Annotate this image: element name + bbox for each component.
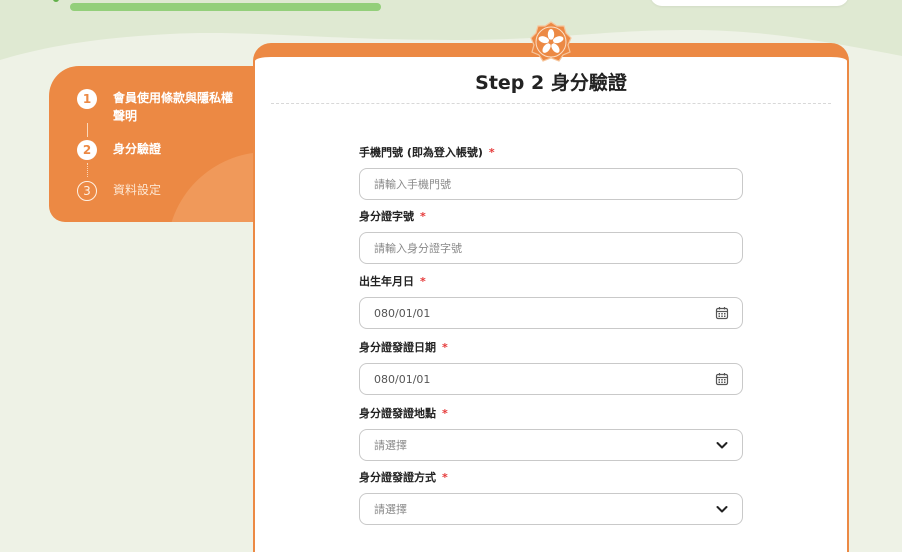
- title-divider: [271, 103, 831, 104]
- id-issue-date-value: 080/01/01: [374, 372, 431, 386]
- step-label-3: 資料設定: [113, 183, 162, 197]
- field-label: 身分證字號 *: [359, 210, 743, 224]
- field-label: 身分證發證方式 *: [359, 471, 743, 485]
- field-label-text: 身分證發證方式: [359, 471, 436, 484]
- required-mark: *: [442, 341, 448, 354]
- birthdate-input[interactable]: 080/01/01: [359, 297, 743, 329]
- id-issue-place-selected: 請選擇: [374, 439, 407, 452]
- id-issue-type-select[interactable]: 請選擇: [359, 493, 743, 525]
- required-mark: *: [442, 407, 448, 420]
- required-mark: *: [488, 146, 495, 159]
- id-issue-place-select[interactable]: 請選擇: [359, 429, 743, 461]
- field-label: 身分證發證日期 *: [359, 341, 743, 355]
- steps-panel: 1 會員使用條款與隱私權聲明 2 身分驗證 3 資料設定: [49, 66, 255, 222]
- field-label: 手機門號 (即為登入帳號) *: [359, 146, 743, 160]
- step-item-2: 2 身分驗證: [77, 140, 243, 160]
- step-item-3: 3 資料設定: [77, 181, 243, 201]
- id-number-input-placeholder: 請輸入身分證字號: [374, 242, 462, 255]
- step-connector-1: [87, 123, 88, 137]
- chevron-down-icon: [716, 506, 728, 513]
- field-label-text: 出生年月日: [359, 275, 414, 288]
- page-title: Step 2 身分驗證: [475, 72, 627, 94]
- field-label-text: 身分證發證日期: [359, 341, 436, 354]
- calendar-icon[interactable]: [715, 306, 729, 320]
- id-number-input[interactable]: 請輸入身分證字號: [359, 232, 743, 264]
- phone-input[interactable]: 請輸入手機門號: [359, 168, 743, 200]
- phone-field: 手機門號 (即為登入帳號) * 請輸入手機門號: [359, 146, 743, 200]
- required-mark: *: [420, 275, 426, 288]
- id-issue-date-field: 身分證發證日期 * 080/01/01: [359, 341, 743, 395]
- field-label-text: 身分證發證地點: [359, 407, 436, 420]
- step-label-1: 會員使用條款與隱私權聲明: [113, 91, 234, 123]
- phone-input-placeholder: 請輸入手機門號: [374, 178, 451, 191]
- field-label: 出生年月日 *: [359, 275, 743, 289]
- step-item-1: 1 會員使用條款與隱私權聲明: [77, 89, 243, 125]
- step-label-2: 身分驗證: [113, 142, 162, 156]
- birthdate-field: 出生年月日 * 080/01/01: [359, 275, 743, 329]
- birthdate-value: 080/01/01: [374, 306, 431, 320]
- progress-bar: [70, 3, 381, 11]
- required-mark: *: [442, 471, 448, 484]
- id-issue-date-input[interactable]: 080/01/01: [359, 363, 743, 395]
- step-number-2: 2: [77, 140, 97, 160]
- page: 1 會員使用條款與隱私權聲明 2 身分驗證 3 資料設定 Step 2 身分驗證…: [0, 0, 902, 552]
- chevron-down-icon: [716, 442, 728, 449]
- calendar-icon[interactable]: [715, 372, 729, 386]
- step-connector-2: [87, 163, 88, 177]
- step-number-1: 1: [77, 89, 97, 109]
- field-label-text: 手機門號 (即為登入帳號): [359, 146, 483, 159]
- step-number-3: 3: [77, 181, 97, 201]
- flower-icon: [530, 21, 572, 62]
- field-label: 身分證發證地點 *: [359, 407, 743, 421]
- form-card: Step 2 身分驗證 手機門號 (即為登入帳號) * 請輸入手機門號 身分證字號…: [253, 43, 849, 552]
- id-issue-type-selected: 請選擇: [374, 503, 407, 516]
- field-label-text: 身分證字號: [359, 210, 414, 223]
- id-issue-type-field: 身分證發證方式 * 請選擇: [359, 471, 743, 525]
- id-number-field: 身分證字號 * 請輸入身分證字號: [359, 210, 743, 264]
- required-mark: *: [420, 210, 426, 223]
- id-issue-place-field: 身分證發證地點 * 請選擇: [359, 407, 743, 461]
- header-search-box[interactable]: [650, 0, 849, 6]
